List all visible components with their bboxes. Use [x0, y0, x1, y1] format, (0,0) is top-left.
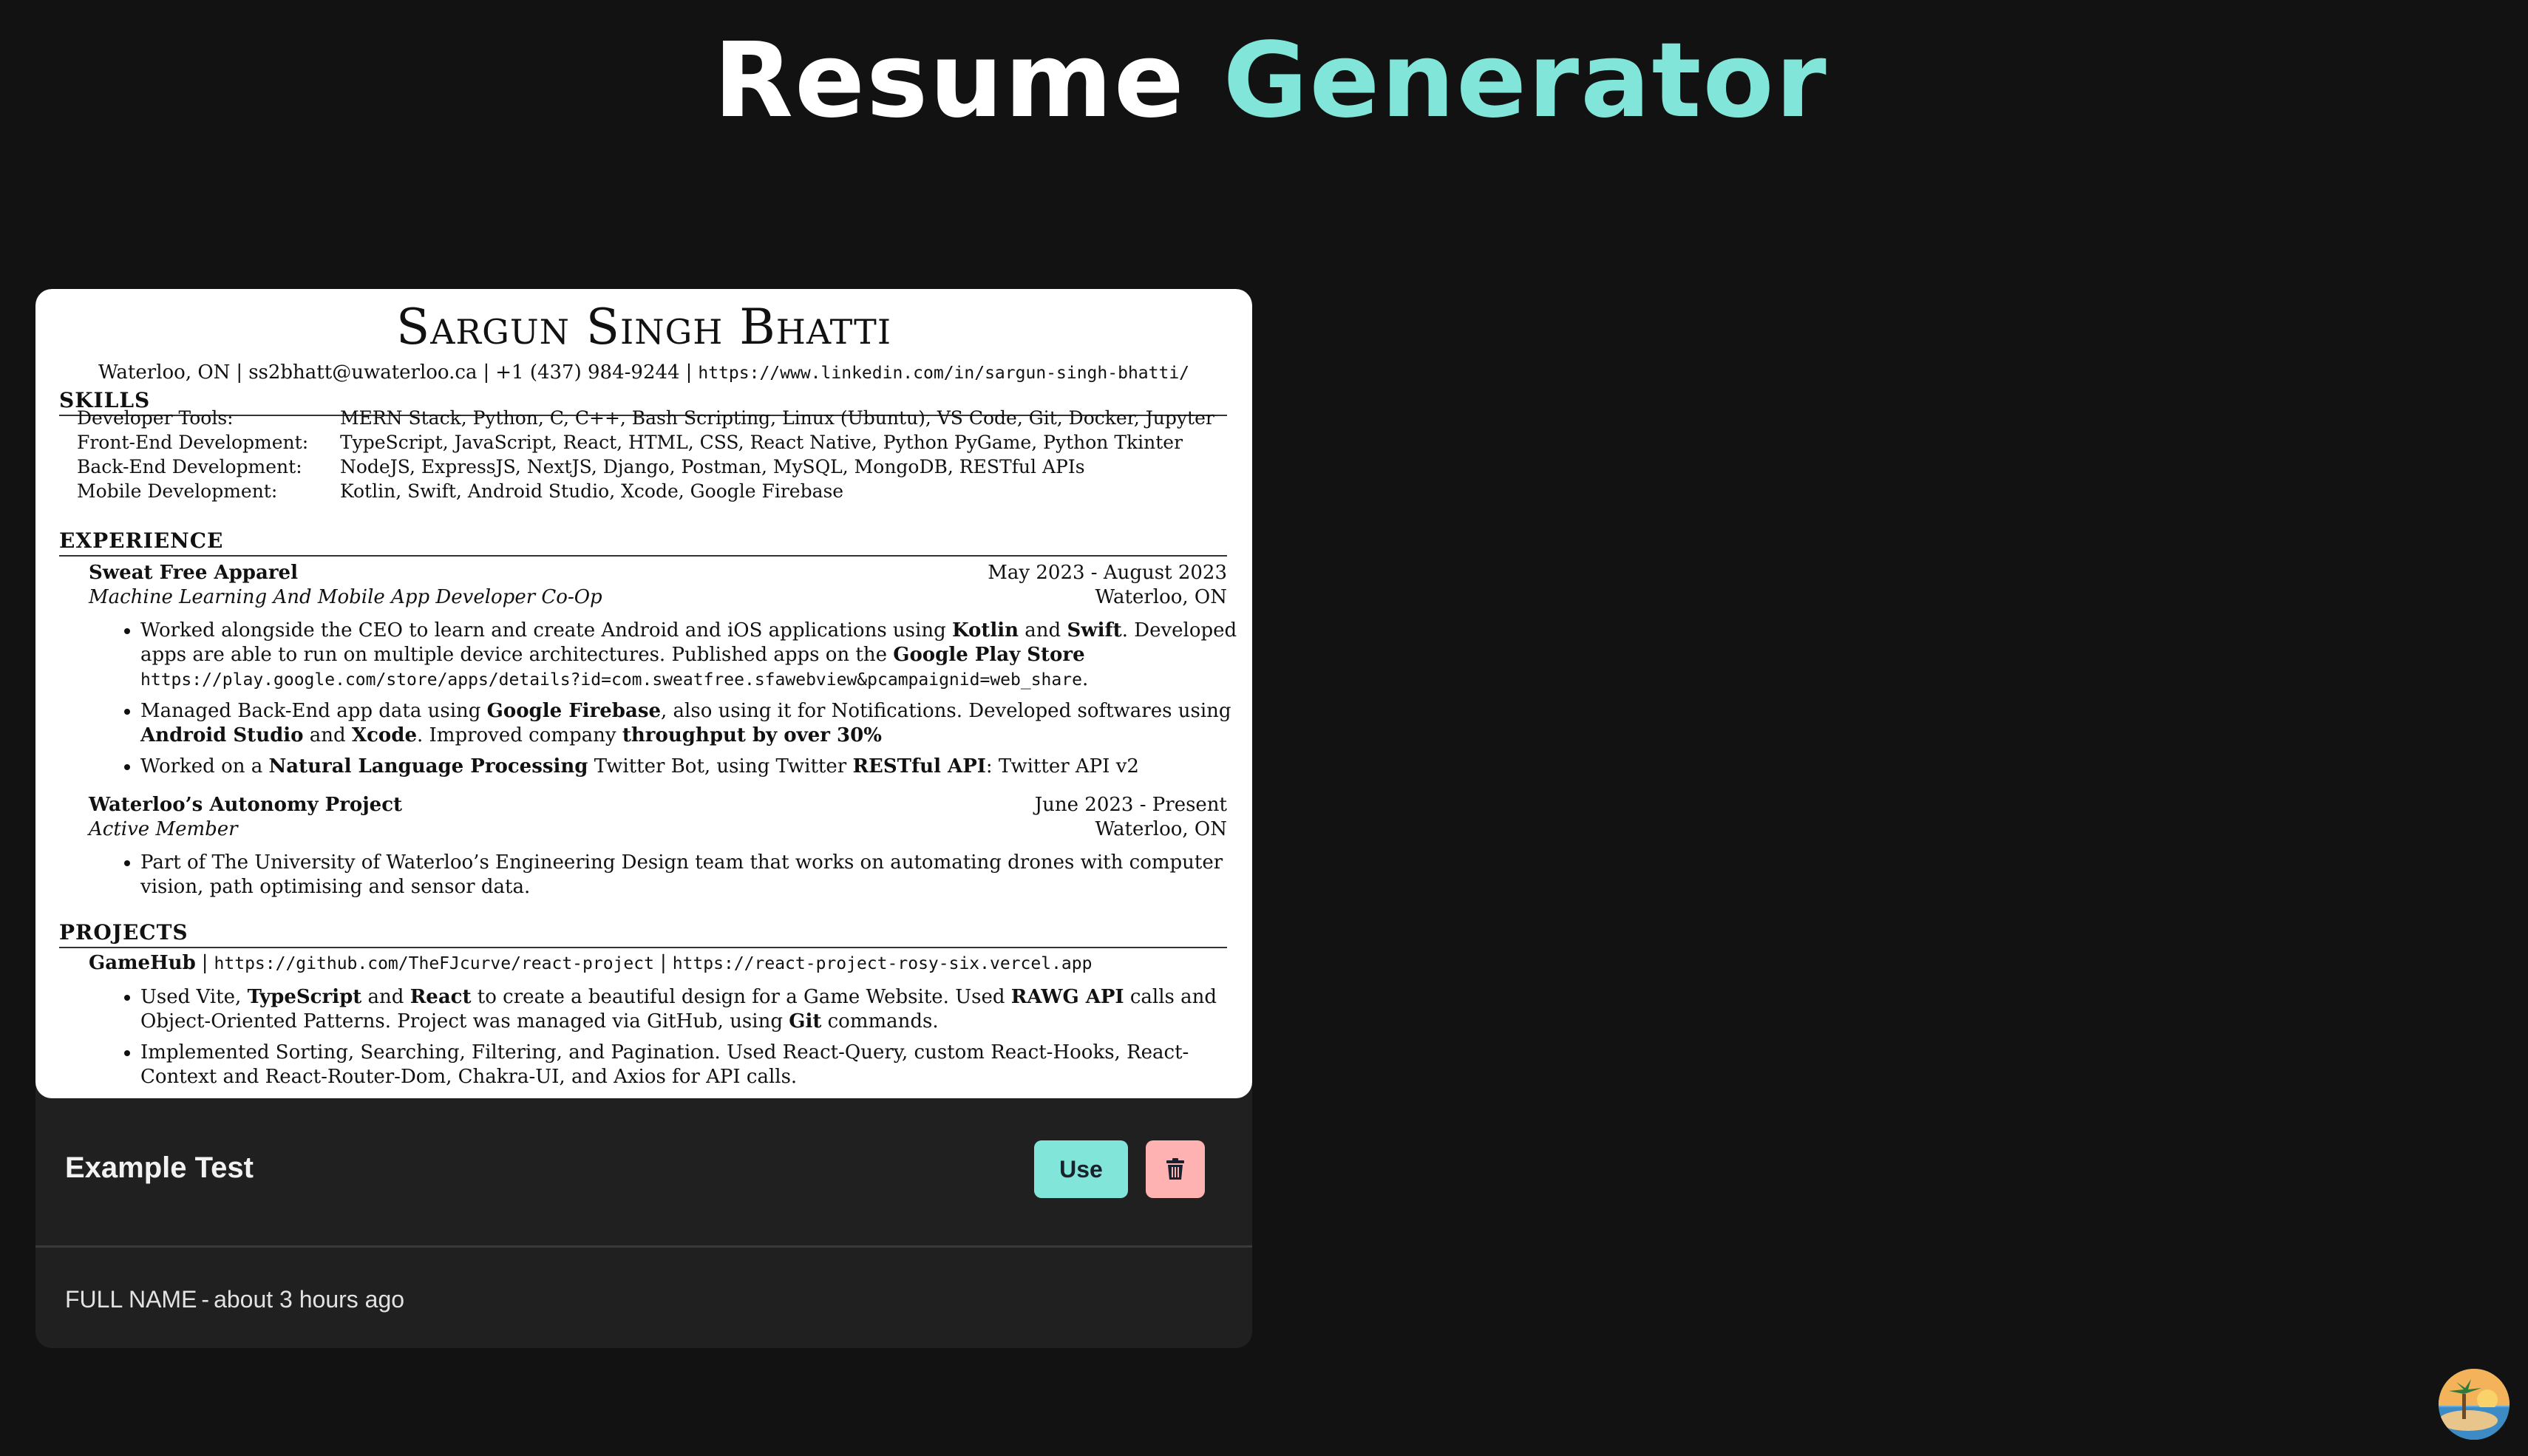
- project-repo-link: https://github.com/TheFJcurve/react-proj…: [214, 954, 654, 973]
- bullet-item: Implemented Sorting, Searching, Filterin…: [140, 1041, 1252, 1089]
- job-role: Active Member: [89, 818, 238, 840]
- skill-value: MERN Stack, Python, C, C++, Bash Scripti…: [340, 407, 1214, 429]
- skill-label: Developer Tools:: [77, 407, 234, 429]
- section-experience: EXPERIENCE: [59, 528, 1227, 557]
- delete-button[interactable]: [1146, 1140, 1205, 1198]
- skill-label: Mobile Development:: [77, 480, 278, 502]
- experience-dates: June 2023 - Present: [1034, 794, 1227, 816]
- skill-row: Developer Tools: MERN Stack, Python, C, …: [77, 406, 1230, 430]
- contact-phone: +1 (437) 984-9244: [495, 361, 680, 384]
- use-button[interactable]: Use: [1034, 1140, 1128, 1198]
- company-name: Sweat Free Apparel: [89, 562, 298, 584]
- experience-2-bullets: Part of The University of Waterloo’s Eng…: [117, 851, 1252, 906]
- skill-row: Back-End Development: NodeJS, ExpressJS,…: [77, 455, 1230, 479]
- project-header: GameHub | https://github.com/TheFJcurve/re…: [89, 952, 1093, 974]
- app-title: Resume Generator: [0, 22, 2528, 140]
- project-site-link: https://react-project-rosy-six.vercel.ap…: [672, 954, 1093, 973]
- skill-value: NodeJS, ExpressJS, NextJS, Django, Postm…: [340, 456, 1085, 477]
- skill-label: Front-End Development:: [77, 432, 309, 453]
- skill-row: Mobile Development: Kotlin, Swift, Andro…: [77, 479, 1230, 503]
- app-title-part-1: Resume: [713, 21, 1186, 141]
- contact-location: Waterloo, ON: [98, 361, 231, 384]
- bullet-item: Managed Back-End app data using Google F…: [140, 699, 1252, 748]
- project-bullets: Used Vite, TypeScript and React to creat…: [117, 985, 1252, 1096]
- skills-table: Developer Tools: MERN Stack, Python, C, …: [77, 406, 1230, 503]
- job-location: Waterloo, ON: [1095, 818, 1227, 840]
- experience-entry-2: Waterloo’s Autonomy Project June 2023 - …: [89, 793, 1227, 842]
- project-name: GameHub: [89, 952, 196, 974]
- skill-value: TypeScript, JavaScript, React, HTML, CSS…: [340, 432, 1183, 453]
- skill-label: Back-End Development:: [77, 456, 302, 477]
- card-header-row: Example Test Use: [35, 1098, 1252, 1248]
- resume-contact: Waterloo, ON | ss2bhatt@uwaterloo.ca | +1 (4…: [98, 361, 1190, 384]
- job-role: Machine Learning And Mobile App Develope…: [89, 586, 602, 608]
- resume-card: Sargun Singh Bhatti Waterloo, ON | ss2bhat…: [35, 289, 1252, 1348]
- card-author: FULL NAME: [65, 1286, 197, 1313]
- company-name: Waterloo’s Autonomy Project: [89, 794, 403, 816]
- meta-separator: -: [201, 1286, 210, 1313]
- resume-preview[interactable]: Sargun Singh Bhatti Waterloo, ON | ss2bhat…: [35, 289, 1252, 1098]
- card-meta: FULL NAME - about 3 hours ago: [65, 1285, 404, 1314]
- trash-icon: [1166, 1158, 1184, 1180]
- contact-linkedin: https://www.linkedin.com/in/sargun-singh…: [698, 364, 1190, 383]
- experience-dates: May 2023 - August 2023: [988, 562, 1227, 584]
- skill-value: Kotlin, Swift, Android Studio, Xcode, Go…: [340, 480, 844, 502]
- bullet-item: Worked on a Natural Language Processing …: [140, 755, 1252, 779]
- job-location: Waterloo, ON: [1095, 586, 1227, 608]
- resume-name: Sargun Singh Bhatti: [396, 299, 891, 356]
- bullet-item: Used Vite, TypeScript and React to creat…: [140, 985, 1252, 1034]
- card-title: Example Test: [65, 1151, 254, 1184]
- bullet-item: Part of The University of Waterloo’s Eng…: [140, 851, 1252, 899]
- section-projects: PROJECTS: [59, 920, 1227, 948]
- user-avatar-icon[interactable]: [2439, 1369, 2510, 1440]
- card-timestamp: about 3 hours ago: [214, 1286, 405, 1313]
- skill-row: Front-End Development: TypeScript, JavaS…: [77, 430, 1230, 455]
- experience-entry-1: Sweat Free Apparel May 2023 - August 202…: [89, 561, 1227, 610]
- app-title-part-2: Generator: [1223, 21, 1828, 141]
- contact-email: ss2bhatt@uwaterloo.ca: [248, 361, 478, 384]
- experience-1-bullets: Worked alongside the CEO to learn and cr…: [117, 619, 1252, 786]
- bullet-item: Worked alongside the CEO to learn and cr…: [140, 619, 1252, 693]
- play-store-link: https://play.google.com/store/apps/detai…: [140, 670, 1082, 690]
